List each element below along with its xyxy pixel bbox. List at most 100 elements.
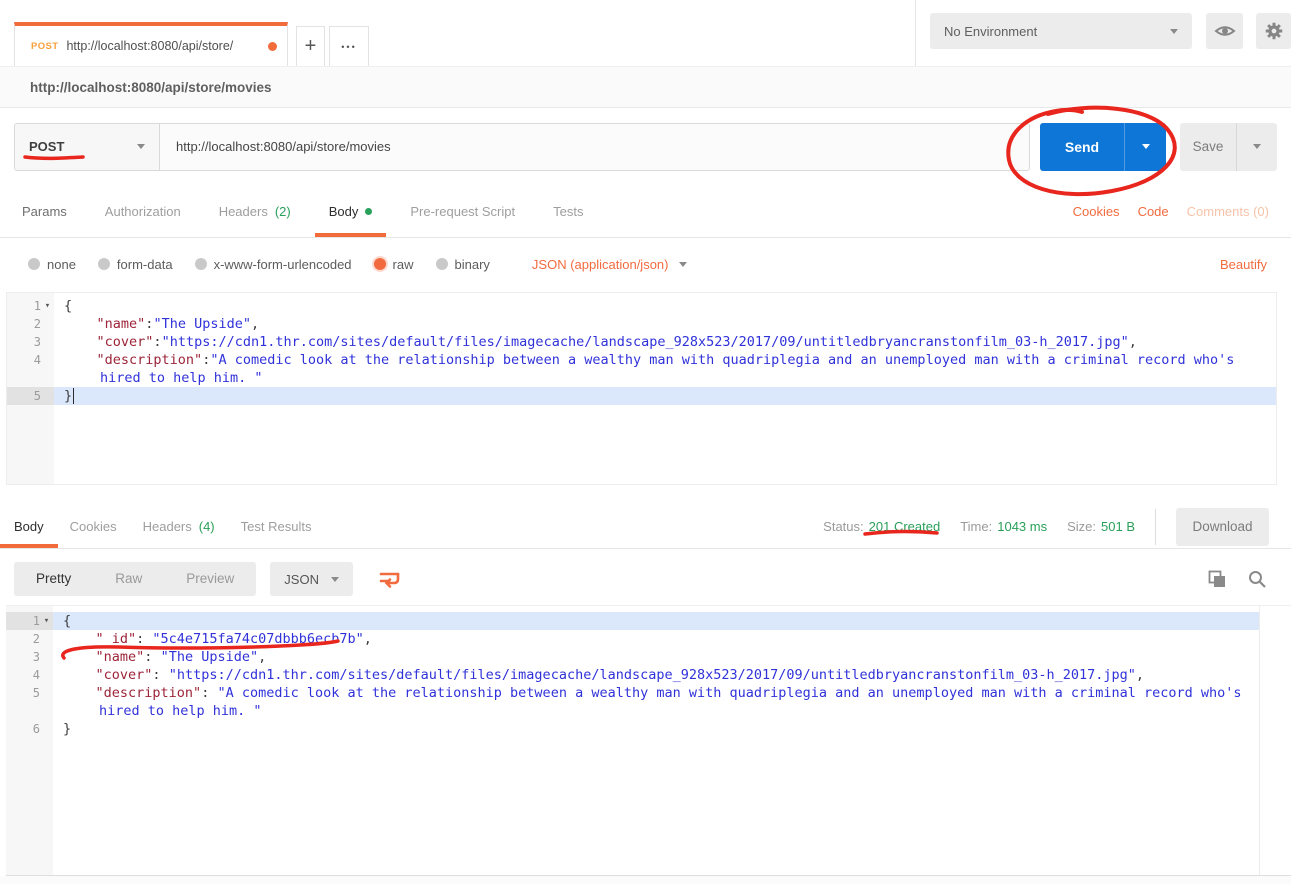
wrap-lines-button[interactable] xyxy=(377,568,401,590)
copy-icon[interactable] xyxy=(1207,569,1227,589)
tab-tests[interactable]: Tests xyxy=(553,185,583,237)
radio-icon xyxy=(28,258,40,270)
time-indicator: Time: 1043 ms xyxy=(960,519,1047,534)
time-value: 1043 ms xyxy=(997,519,1047,534)
download-button[interactable]: Download xyxy=(1176,508,1269,546)
cookies-link[interactable]: Cookies xyxy=(1073,204,1120,219)
tab-url-label: http://localhost:8080/api/store/ xyxy=(66,39,260,53)
view-preview[interactable]: Preview xyxy=(164,562,256,596)
response-tabs: Body Cookies Headers (4) Test Results xyxy=(14,505,311,548)
radio-icon xyxy=(436,258,448,270)
chevron-down-icon xyxy=(1253,144,1261,149)
radio-binary[interactable]: binary xyxy=(436,257,490,272)
section-gap xyxy=(0,485,1291,505)
save-button-group: Save xyxy=(1180,123,1277,171)
send-button-group: Send xyxy=(1040,123,1166,171)
more-tabs-button[interactable]: ••• xyxy=(329,26,369,66)
radio-form-data[interactable]: form-data xyxy=(98,257,173,272)
response-tabs-row: Body Cookies Headers (4) Test Results St… xyxy=(0,505,1291,549)
body-has-content-dot-icon xyxy=(365,208,372,215)
save-options-button[interactable] xyxy=(1236,123,1277,171)
tab-body[interactable]: Body xyxy=(329,185,373,237)
tab-response-headers[interactable]: Headers (4) xyxy=(143,505,215,548)
response-body-editor[interactable]: 1▾{2 "_id": "5c4e715fa74c07dbbb6ecb7b",3… xyxy=(6,605,1291,876)
environment-label: No Environment xyxy=(944,24,1037,39)
code-line: 3 "cover":"https://cdn1.thr.com/sites/de… xyxy=(7,333,1276,351)
request-tabs: Params Authorization Headers (2) Body Pr… xyxy=(22,185,583,237)
view-pretty[interactable]: Pretty xyxy=(14,562,93,596)
radio-selected-icon xyxy=(374,258,386,270)
chevron-down-icon xyxy=(137,144,145,149)
radio-x-www-form-urlencoded[interactable]: x-www-form-urlencoded xyxy=(195,257,352,272)
tab-response-body[interactable]: Body xyxy=(14,505,44,548)
chevron-down-icon xyxy=(679,262,687,267)
request-tab[interactable]: POST http://localhost:8080/api/store/ xyxy=(14,22,288,66)
environment-preview-button[interactable] xyxy=(1206,13,1243,49)
beautify-link[interactable]: Beautify xyxy=(1220,257,1267,272)
size-indicator: Size: 501 B xyxy=(1067,519,1135,534)
headers-count-badge: (2) xyxy=(275,204,291,219)
chevron-down-icon xyxy=(1170,29,1178,34)
divider xyxy=(1155,509,1156,545)
url-input[interactable]: http://localhost:8080/api/store/movies xyxy=(160,123,1030,171)
view-raw[interactable]: Raw xyxy=(93,562,164,596)
breadcrumb-url: http://localhost:8080/api/store/movies xyxy=(30,80,272,95)
radio-none[interactable]: none xyxy=(28,257,76,272)
code-line: 1▾{ xyxy=(7,297,1276,315)
comments-link[interactable]: Comments (0) xyxy=(1187,204,1269,219)
url-value: http://localhost:8080/api/store/movies xyxy=(176,139,391,154)
chevron-down-icon xyxy=(1142,144,1150,149)
chevron-down-icon xyxy=(331,577,339,582)
save-button[interactable]: Save xyxy=(1180,123,1236,171)
size-value: 501 B xyxy=(1101,519,1135,534)
footer-strip xyxy=(0,876,1291,884)
send-button[interactable]: Send xyxy=(1040,123,1124,171)
code-line: 5 "description": "A comedic look at the … xyxy=(6,684,1291,720)
tab-response-cookies[interactable]: Cookies xyxy=(70,505,117,548)
radio-raw[interactable]: raw xyxy=(374,257,414,272)
radio-icon xyxy=(98,258,110,270)
response-view-switcher: Pretty Raw Preview xyxy=(14,562,256,596)
response-tools xyxy=(1207,569,1267,589)
status-value: 201 Created xyxy=(869,519,941,534)
tab-headers[interactable]: Headers (2) xyxy=(219,185,291,237)
new-tab-button[interactable]: + xyxy=(296,26,325,66)
code-line: 6} xyxy=(6,720,1291,738)
method-dropdown[interactable]: POST xyxy=(14,123,160,171)
eye-icon xyxy=(1214,23,1236,39)
code-line: 2 "_id": "5c4e715fa74c07dbbb6ecb7b", xyxy=(6,630,1291,648)
scrollbar-track[interactable] xyxy=(1259,606,1291,875)
radio-icon xyxy=(195,258,207,270)
settings-button[interactable] xyxy=(1256,13,1291,49)
send-options-button[interactable] xyxy=(1124,123,1166,171)
request-bar: POST http://localhost:8080/api/store/mov… xyxy=(0,108,1291,185)
tab-params[interactable]: Params xyxy=(22,185,67,237)
response-meta: Status: 201 Created Time: 1043 ms Size: … xyxy=(823,505,1269,548)
search-icon[interactable] xyxy=(1247,569,1267,589)
response-language-dropdown[interactable]: JSON xyxy=(270,562,353,596)
code-line: 4 "description":"A comedic look at the r… xyxy=(7,351,1276,387)
app-header: POST http://localhost:8080/api/store/ + … xyxy=(0,0,1291,66)
header-divider xyxy=(915,0,916,66)
status-indicator: Status: 201 Created xyxy=(823,519,940,534)
code-line: 4 "cover": "https://cdn1.thr.com/sites/d… xyxy=(6,666,1291,684)
tab-method-label: POST xyxy=(31,41,58,52)
method-value: POST xyxy=(29,139,64,154)
code-link[interactable]: Code xyxy=(1138,204,1169,219)
code-line: 2 "name":"The Upside", xyxy=(7,315,1276,333)
tab-pre-request-script[interactable]: Pre-request Script xyxy=(410,185,515,237)
code-line: 3 "name": "The Upside", xyxy=(6,648,1291,666)
body-type-row: none form-data x-www-form-urlencoded raw… xyxy=(0,238,1291,290)
request-body-editor[interactable]: 1▾{2 "name":"The Upside",3 "cover":"http… xyxy=(6,292,1277,485)
response-toolbar: Pretty Raw Preview JSON xyxy=(0,549,1291,605)
gear-icon xyxy=(1263,20,1285,42)
breadcrumb: http://localhost:8080/api/store/movies xyxy=(0,66,1291,108)
environment-selector[interactable]: No Environment xyxy=(930,13,1192,49)
request-tabs-row: Params Authorization Headers (2) Body Pr… xyxy=(0,185,1291,238)
content-type-dropdown[interactable]: JSON (application/json) xyxy=(532,257,688,272)
tab-test-results[interactable]: Test Results xyxy=(241,505,312,548)
code-line: 5} xyxy=(7,387,1276,405)
request-links: Cookies Code Comments (0) xyxy=(1073,185,1269,237)
tab-authorization[interactable]: Authorization xyxy=(105,185,181,237)
response-headers-count-badge: (4) xyxy=(199,519,215,534)
